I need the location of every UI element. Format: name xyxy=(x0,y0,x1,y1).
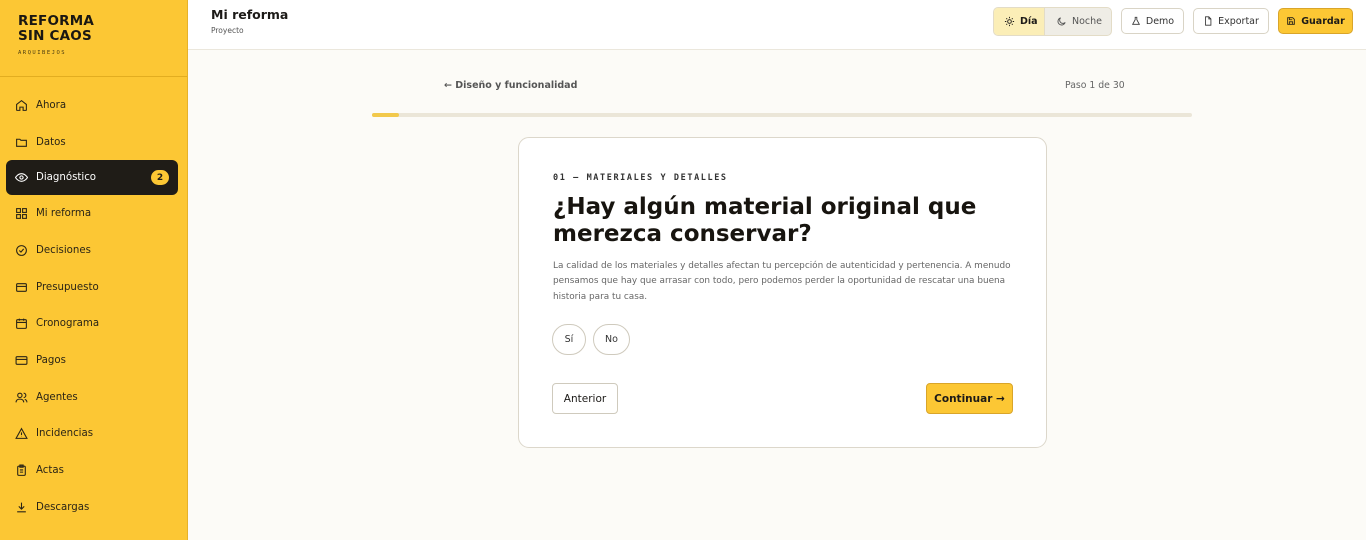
calendar-icon xyxy=(14,317,28,331)
sidebar-item-label: Datos xyxy=(36,136,66,148)
users-icon xyxy=(14,390,28,404)
sidebar-item-diagnostico[interactable]: Diagnóstico 2 xyxy=(6,160,178,196)
sidebar: REFORMA SIN CAOS ARQUIBEJOS Ahora Datos … xyxy=(0,0,188,540)
sidebar-item-agentes[interactable]: Agentes xyxy=(0,379,187,416)
theme-day-label: Día xyxy=(1020,16,1038,27)
back-link[interactable]: ← Diseño y funcionalidad xyxy=(444,80,577,91)
sidebar-item-label: Diagnóstico xyxy=(36,172,97,184)
alert-triangle-icon xyxy=(14,427,28,441)
export-label: Exportar xyxy=(1218,15,1259,27)
moon-icon xyxy=(1057,17,1066,26)
sidebar-item-actas[interactable]: Actas xyxy=(0,452,187,489)
sidebar-item-label: Decisiones xyxy=(36,244,91,256)
sidebar-item-label: Incidencias xyxy=(36,428,94,440)
progress-bar xyxy=(372,113,1192,117)
sidebar-item-label: Cronograma xyxy=(36,318,100,330)
save-icon xyxy=(1287,17,1295,25)
brand-logo[interactable]: REFORMA SIN CAOS ARQUIBEJOS xyxy=(0,0,187,77)
clipboard-icon xyxy=(14,464,28,478)
sidebar-item-incidencias[interactable]: Incidencias xyxy=(0,416,187,453)
sidebar-item-mi-reforma[interactable]: Mi reforma xyxy=(0,195,187,232)
theme-toggle: Día Noche xyxy=(993,7,1112,36)
demo-label: Demo xyxy=(1145,15,1175,27)
wallet-icon xyxy=(14,280,28,294)
question-card: 01 — MATERIALES Y DETALLES ¿Hay algún ma… xyxy=(518,137,1047,448)
credit-card-icon xyxy=(14,353,28,367)
sidebar-item-datos[interactable]: Datos xyxy=(0,124,187,161)
home-icon xyxy=(14,98,28,112)
page-subtitle: Proyecto xyxy=(211,26,244,35)
progress-fill xyxy=(372,113,400,117)
top-bar: Mi reforma Proyecto Día Noche Demo Expor… xyxy=(188,0,1366,50)
previous-button[interactable]: Anterior xyxy=(552,383,618,414)
file-icon xyxy=(1205,16,1212,26)
brand-subtitle: ARQUIBEJOS xyxy=(18,50,67,56)
check-circle-icon xyxy=(14,243,28,257)
sidebar-item-label: Agentes xyxy=(36,391,78,403)
sun-icon xyxy=(1004,16,1015,27)
demo-button[interactable]: Demo xyxy=(1121,8,1184,34)
theme-night-option[interactable]: Noche xyxy=(1045,8,1111,35)
sidebar-item-cronograma[interactable]: Cronograma xyxy=(0,305,187,342)
answer-no-option[interactable]: No xyxy=(593,324,630,355)
sidebar-item-pagos[interactable]: Pagos xyxy=(0,342,187,379)
sidebar-item-presupuesto[interactable]: Presupuesto xyxy=(0,269,187,306)
sidebar-item-descargas[interactable]: Descargas xyxy=(0,489,187,526)
question-title: ¿Hay algún material original que merezca… xyxy=(553,194,977,247)
export-button[interactable]: Exportar xyxy=(1193,8,1269,34)
save-label: Guardar xyxy=(1301,15,1345,27)
page-title: Mi reforma xyxy=(211,7,289,22)
sidebar-item-label: Ahora xyxy=(36,99,67,111)
question-description: La calidad de los materiales y detalles … xyxy=(553,261,1011,302)
sidebar-nav: Ahora Datos Diagnóstico 2 Mi reforma Dec… xyxy=(0,77,187,526)
flask-icon xyxy=(1131,16,1140,25)
folder-icon xyxy=(14,135,28,149)
sidebar-item-label: Mi reforma xyxy=(36,208,92,220)
save-button[interactable]: Guardar xyxy=(1278,8,1353,34)
continue-button[interactable]: Continuar → xyxy=(926,383,1013,414)
sidebar-item-label: Descargas xyxy=(36,501,90,513)
theme-day-option[interactable]: Día xyxy=(994,8,1045,35)
eye-icon xyxy=(14,171,28,185)
step-counter: Paso 1 de 30 xyxy=(1065,80,1125,91)
answer-yes-option[interactable]: Sí xyxy=(552,324,586,355)
brand-line-1: REFORMA xyxy=(18,13,94,29)
sidebar-item-decisiones[interactable]: Decisiones xyxy=(0,232,187,269)
sidebar-item-label: Presupuesto xyxy=(36,281,99,293)
brand-line-2: SIN CAOS xyxy=(18,28,92,44)
sidebar-item-label: Pagos xyxy=(36,354,66,366)
download-icon xyxy=(14,500,28,514)
sidebar-item-label: Actas xyxy=(36,465,64,477)
grid-icon xyxy=(14,207,28,221)
notification-badge: 2 xyxy=(151,170,169,186)
question-category: 01 — MATERIALES Y DETALLES xyxy=(553,173,728,183)
sidebar-item-ahora[interactable]: Ahora xyxy=(0,87,187,124)
theme-night-label: Noche xyxy=(1072,16,1103,27)
